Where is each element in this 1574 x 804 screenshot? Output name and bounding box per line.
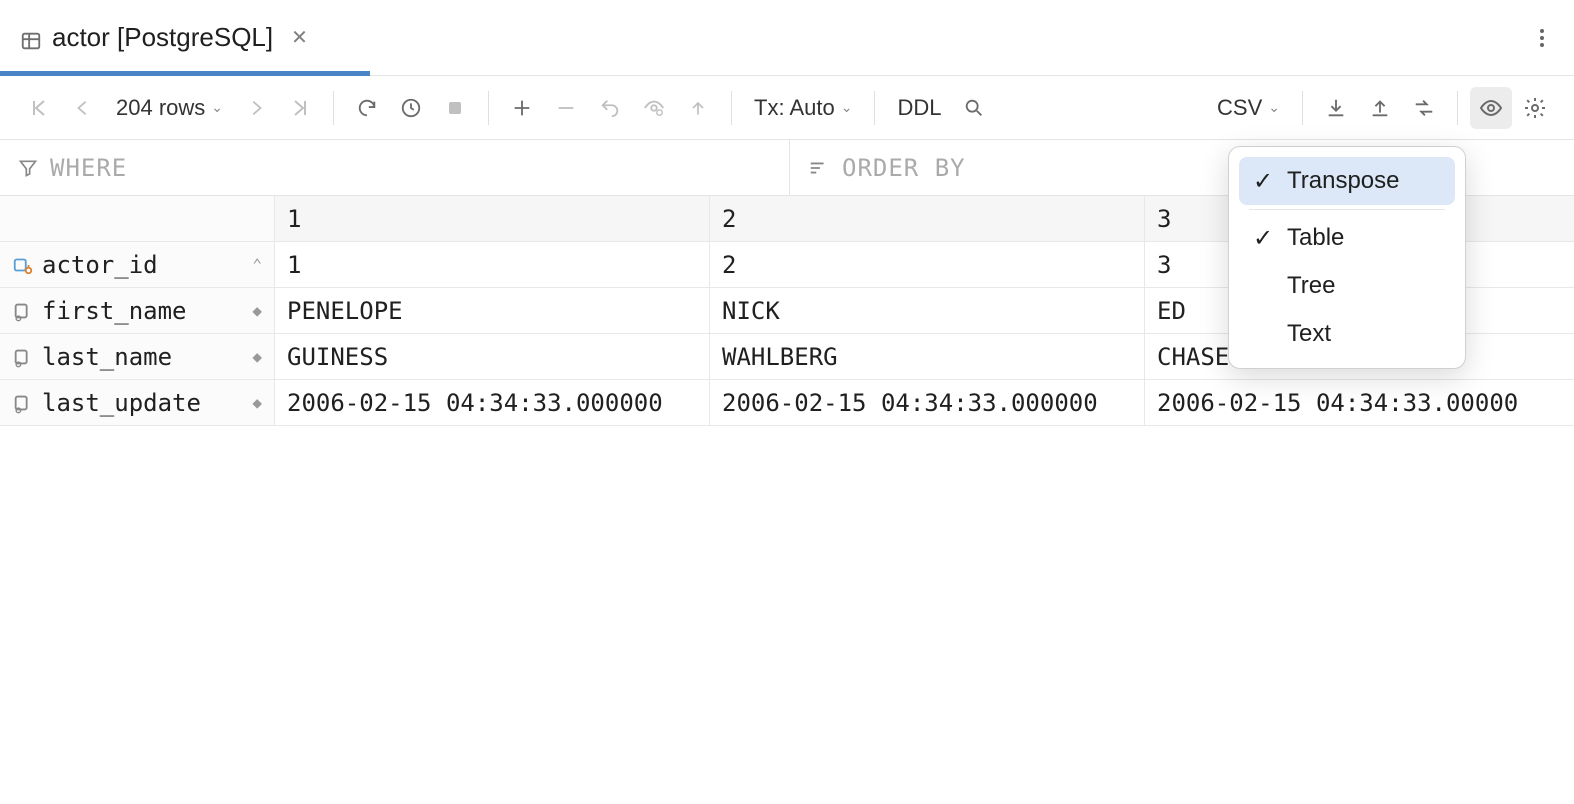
- row-header-last-name[interactable]: last_name ◆: [0, 334, 275, 379]
- sort-both-icon: ◆: [252, 347, 262, 366]
- separator: [731, 91, 732, 125]
- next-page-button[interactable]: [235, 87, 277, 129]
- row-count-dropdown[interactable]: 204 rows ⌄: [106, 95, 233, 121]
- delete-row-button[interactable]: [545, 87, 587, 129]
- row-header-label: last_update: [42, 389, 201, 417]
- tab-bar: actor [PostgreSQL] ✕: [0, 0, 1574, 76]
- tab-actor[interactable]: actor [PostgreSQL] ✕: [0, 0, 328, 75]
- column-icon: [12, 300, 34, 322]
- orderby-placeholder: ORDER BY: [842, 154, 966, 182]
- schedule-button[interactable]: [390, 87, 432, 129]
- where-filter[interactable]: WHERE: [0, 140, 790, 195]
- tab-options-button[interactable]: [1540, 29, 1544, 47]
- popup-item-tree[interactable]: Tree: [1239, 262, 1455, 310]
- separator: [333, 91, 334, 125]
- chevron-down-icon: ⌄: [211, 99, 223, 116]
- revert-button[interactable]: [589, 87, 631, 129]
- sort-both-icon: ◆: [252, 301, 262, 320]
- first-page-button[interactable]: [18, 87, 60, 129]
- download-button[interactable]: [1315, 87, 1357, 129]
- export-format-dropdown[interactable]: CSV ⌄: [1207, 95, 1290, 121]
- row-header-label: first_name: [42, 297, 187, 325]
- row-count-label: 204 rows: [116, 95, 205, 121]
- sort-asc-icon: ⌃: [252, 255, 262, 274]
- upload-button[interactable]: [1359, 87, 1401, 129]
- where-placeholder: WHERE: [50, 154, 127, 182]
- column-icon: [12, 392, 34, 414]
- filter-icon: [18, 158, 38, 178]
- popup-separator: [1249, 209, 1445, 210]
- tab-underline: [0, 71, 370, 76]
- ddl-button[interactable]: DDL: [887, 95, 951, 121]
- table-icon: [20, 27, 42, 49]
- row-header-label: last_name: [42, 343, 172, 371]
- popup-item-label: Transpose: [1287, 167, 1400, 195]
- tab-title: actor [PostgreSQL]: [52, 22, 273, 53]
- prev-page-button[interactable]: [62, 87, 104, 129]
- compare-button[interactable]: [1403, 87, 1445, 129]
- separator: [488, 91, 489, 125]
- sort-icon: [808, 158, 830, 178]
- toolbar: 204 rows ⌄ Tx: Auto ⌄ DDL: [0, 76, 1574, 140]
- row-header-last-update[interactable]: last_update ◆: [0, 380, 275, 425]
- ddl-label: DDL: [897, 95, 941, 121]
- popup-item-label: Table: [1287, 224, 1344, 252]
- close-icon[interactable]: ✕: [291, 25, 308, 50]
- popup-item-table[interactable]: ✓ Table: [1239, 214, 1455, 262]
- reload-button[interactable]: [346, 87, 388, 129]
- row-header-label: actor_id: [42, 251, 158, 279]
- tx-mode-dropdown[interactable]: Tx: Auto ⌄: [744, 95, 862, 121]
- row-header-actor-id[interactable]: actor_id ⌃: [0, 242, 275, 287]
- cell[interactable]: 2006-02-15 04:34:33.000000: [275, 380, 710, 425]
- popup-item-label: Tree: [1287, 272, 1335, 300]
- tx-label: Tx: Auto: [754, 95, 835, 121]
- cell[interactable]: 1: [275, 242, 710, 287]
- separator: [1457, 91, 1458, 125]
- cell[interactable]: PENELOPE: [275, 288, 710, 333]
- check-icon: ✓: [1253, 224, 1273, 253]
- preview-changes-button[interactable]: [633, 87, 675, 129]
- add-row-button[interactable]: [501, 87, 543, 129]
- popup-item-label: Text: [1287, 320, 1331, 348]
- column-header[interactable]: 1: [275, 196, 710, 241]
- view-mode-popup: ✓ Transpose ✓ Table Tree Text: [1228, 146, 1466, 369]
- column-header[interactable]: 2: [710, 196, 1145, 241]
- last-page-button[interactable]: [279, 87, 321, 129]
- cell[interactable]: 2006-02-15 04:34:33.00000: [1145, 380, 1574, 425]
- popup-item-transpose[interactable]: ✓ Transpose: [1239, 157, 1455, 205]
- row-header-first-name[interactable]: first_name ◆: [0, 288, 275, 333]
- cell[interactable]: 2006-02-15 04:34:33.000000: [710, 380, 1145, 425]
- submit-button[interactable]: [677, 87, 719, 129]
- grid-data-row: last_update ◆ 2006-02-15 04:34:33.000000…: [0, 380, 1574, 426]
- column-icon: [12, 346, 34, 368]
- pk-column-icon: [12, 254, 34, 276]
- search-button[interactable]: [953, 87, 995, 129]
- stop-button[interactable]: [434, 87, 476, 129]
- cell[interactable]: NICK: [710, 288, 1145, 333]
- chevron-down-icon: ⌄: [841, 99, 853, 116]
- settings-button[interactable]: [1514, 87, 1556, 129]
- cell[interactable]: GUINESS: [275, 334, 710, 379]
- separator: [1302, 91, 1303, 125]
- view-mode-button[interactable]: [1470, 87, 1512, 129]
- popup-item-text[interactable]: Text: [1239, 310, 1455, 358]
- check-icon: ✓: [1253, 167, 1273, 196]
- cell[interactable]: WAHLBERG: [710, 334, 1145, 379]
- sort-both-icon: ◆: [252, 393, 262, 412]
- chevron-down-icon: ⌄: [1268, 99, 1280, 116]
- csv-label: CSV: [1217, 95, 1262, 121]
- separator: [874, 91, 875, 125]
- cell[interactable]: 2: [710, 242, 1145, 287]
- corner-cell: [0, 196, 275, 241]
